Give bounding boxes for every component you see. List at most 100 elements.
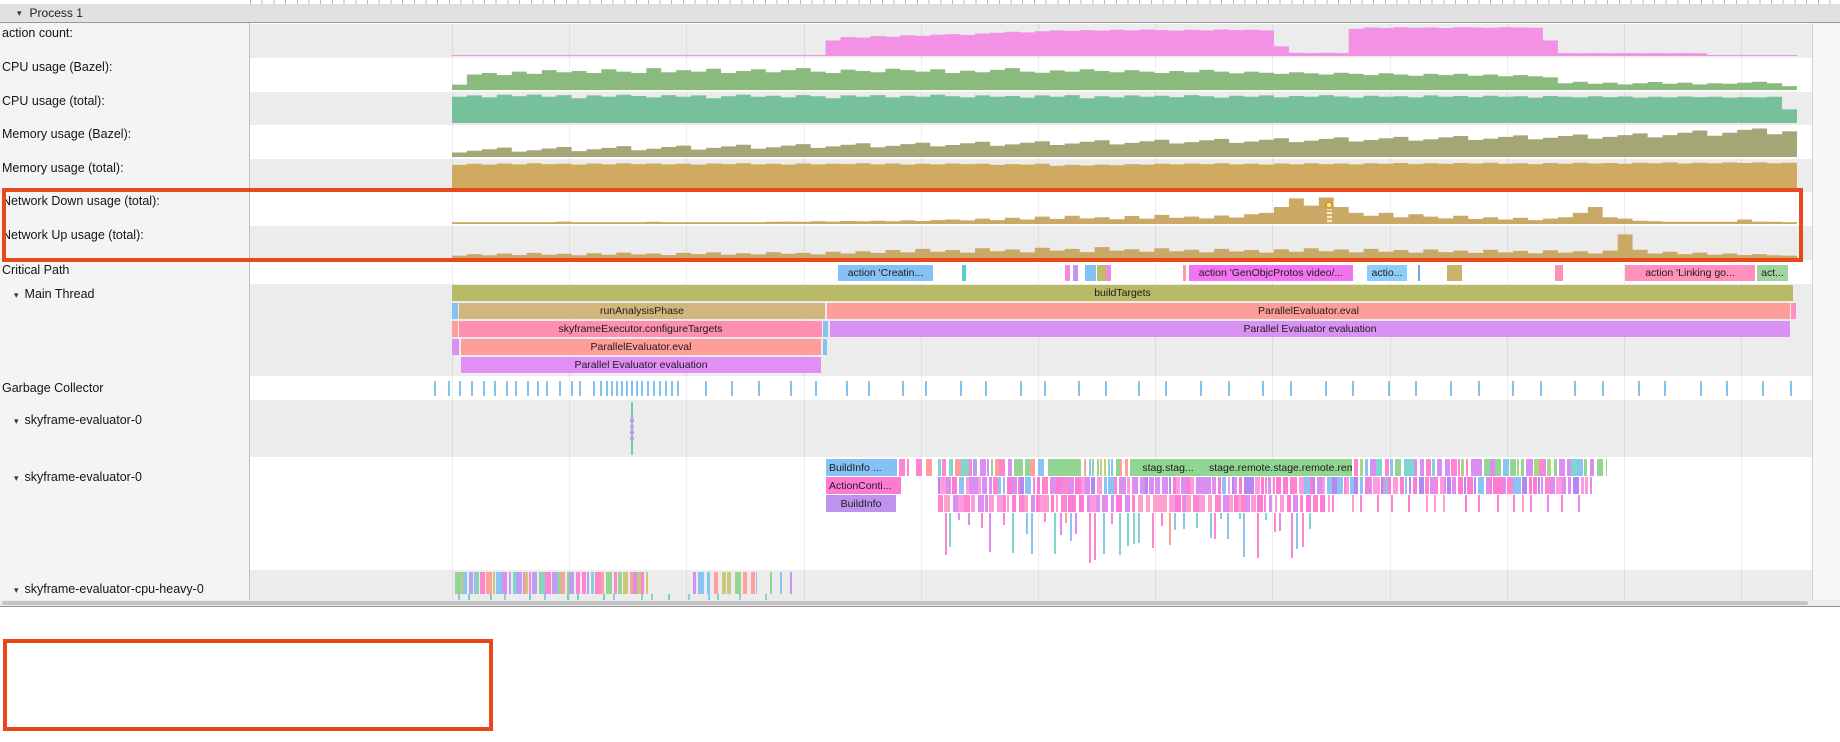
activity-streak[interactable]: [1419, 477, 1424, 494]
activity-streak[interactable]: [1360, 477, 1363, 494]
activity-streak[interactable]: [1104, 477, 1107, 494]
activity-streak[interactable]: [1597, 459, 1603, 476]
gc-event-tick[interactable]: [527, 381, 529, 396]
activity-streak[interactable]: [1161, 495, 1167, 512]
main-thread-slice[interactable]: ParallelEvaluator.eval: [827, 303, 1790, 319]
activity-streak[interactable]: [1522, 495, 1524, 512]
activity-streak[interactable]: [944, 495, 950, 512]
critical-path-slice[interactable]: [1106, 265, 1111, 281]
activity-streak[interactable]: [989, 477, 992, 494]
gc-event-tick[interactable]: [1512, 381, 1514, 396]
activity-streak[interactable]: [698, 572, 704, 594]
main-thread-slice[interactable]: [823, 339, 827, 355]
activity-streak[interactable]: [1490, 477, 1492, 494]
gc-event-tick[interactable]: [1602, 381, 1604, 396]
activity-streak[interactable]: [743, 572, 747, 594]
track-label-critical-path[interactable]: Critical Path: [2, 263, 69, 277]
activity-streak[interactable]: [1264, 495, 1266, 512]
activity-streak[interactable]: [1255, 477, 1260, 494]
track-label-cpu-usage-bazel[interactable]: CPU usage (Bazel):: [2, 60, 112, 74]
gc-event-tick[interactable]: [677, 381, 679, 396]
activity-streak[interactable]: [1020, 459, 1023, 476]
activity-streak[interactable]: [1175, 495, 1181, 512]
activity-streak[interactable]: [1212, 477, 1216, 494]
activity-streak[interactable]: [591, 572, 594, 594]
main-thread-slice[interactable]: [452, 339, 459, 355]
activity-streak[interactable]: [1239, 477, 1242, 494]
critical-path-slice[interactable]: [1097, 265, 1106, 281]
activity-streak[interactable]: [1461, 459, 1464, 476]
activity-streak[interactable]: [1295, 477, 1297, 494]
activity-streak[interactable]: [1245, 495, 1250, 512]
gc-event-tick[interactable]: [515, 381, 517, 396]
activity-streak[interactable]: [1522, 477, 1527, 494]
descender-slice[interactable]: [1103, 513, 1105, 554]
evaluator-slice[interactable]: BuildInfo ...: [826, 459, 897, 476]
activity-streak[interactable]: [1425, 477, 1429, 494]
activity-streak[interactable]: [1369, 477, 1372, 494]
activity-streak[interactable]: [1229, 495, 1233, 512]
activity-streak[interactable]: [572, 572, 574, 594]
track-label-skyframe-evaluator-0[interactable]: ▾skyframe-evaluator-0: [14, 470, 142, 484]
track-label-garbage-collector[interactable]: Garbage Collector: [2, 381, 103, 395]
activity-streak[interactable]: [1190, 477, 1194, 494]
gc-event-tick[interactable]: [537, 381, 539, 396]
critical-path-slice[interactable]: action 'Linking go...: [1625, 265, 1755, 281]
gc-event-tick[interactable]: [1138, 381, 1140, 396]
gc-event-tick[interactable]: [1450, 381, 1452, 396]
gc-event-tick[interactable]: [671, 381, 673, 396]
gc-event-tick[interactable]: [868, 381, 870, 396]
gc-event-tick[interactable]: [653, 381, 655, 396]
gc-event-tick[interactable]: [925, 381, 927, 396]
gc-event-tick[interactable]: [1105, 381, 1107, 396]
activity-streak[interactable]: [1145, 477, 1148, 494]
activity-streak[interactable]: [1012, 495, 1016, 512]
activity-streak[interactable]: [1100, 459, 1102, 476]
gc-event-tick[interactable]: [665, 381, 667, 396]
activity-streak[interactable]: [1074, 495, 1076, 512]
activity-streak[interactable]: [1360, 459, 1363, 476]
activity-streak[interactable]: [1024, 495, 1028, 512]
activity-streak[interactable]: [978, 477, 981, 494]
activity-streak[interactable]: [938, 495, 943, 512]
activity-streak[interactable]: [978, 495, 984, 512]
gc-event-tick[interactable]: [1200, 381, 1202, 396]
gc-event-tick[interactable]: [659, 381, 661, 396]
gc-event-tick[interactable]: [758, 381, 760, 396]
activity-streak[interactable]: [969, 459, 972, 476]
activity-streak[interactable]: [1127, 477, 1130, 494]
activity-streak[interactable]: [1365, 459, 1368, 476]
activity-streak[interactable]: [1541, 477, 1543, 494]
activity-streak[interactable]: [980, 459, 986, 476]
gc-event-tick[interactable]: [705, 381, 707, 396]
activity-streak[interactable]: [1581, 477, 1584, 494]
activity-streak[interactable]: [1273, 477, 1275, 494]
descender-slice[interactable]: [1210, 513, 1212, 538]
gc-event-tick[interactable]: [579, 381, 581, 396]
gc-event-tick[interactable]: [611, 381, 613, 396]
gc-event-tick[interactable]: [985, 381, 987, 396]
activity-streak[interactable]: [1458, 459, 1460, 476]
main-thread-slice[interactable]: Parallel Evaluator evaluation: [830, 321, 1790, 337]
activity-streak[interactable]: [916, 459, 922, 476]
descender-slice[interactable]: [1196, 513, 1198, 528]
activity-streak[interactable]: [1125, 459, 1128, 476]
activity-streak[interactable]: [529, 572, 531, 594]
activity-streak[interactable]: [601, 572, 604, 594]
gc-event-tick[interactable]: [1078, 381, 1080, 396]
cpu-usage-total-chart[interactable]: [452, 93, 1797, 123]
activity-streak[interactable]: [1533, 477, 1537, 494]
activity-streak[interactable]: [502, 572, 507, 594]
activity-streak[interactable]: [1097, 477, 1102, 494]
activity-streak[interactable]: [1388, 477, 1391, 494]
activity-streak[interactable]: [1031, 495, 1035, 512]
critical-path-slice[interactable]: [1085, 265, 1096, 281]
descender-slice[interactable]: [1070, 513, 1072, 541]
activity-streak[interactable]: [1443, 495, 1445, 512]
activity-streak[interactable]: [1102, 495, 1108, 512]
activity-streak[interactable]: [1426, 495, 1428, 512]
descender-slice[interactable]: [1119, 513, 1121, 555]
gc-event-tick[interactable]: [1415, 381, 1417, 396]
gc-event-tick[interactable]: [571, 381, 573, 396]
activity-streak[interactable]: [1432, 459, 1435, 476]
